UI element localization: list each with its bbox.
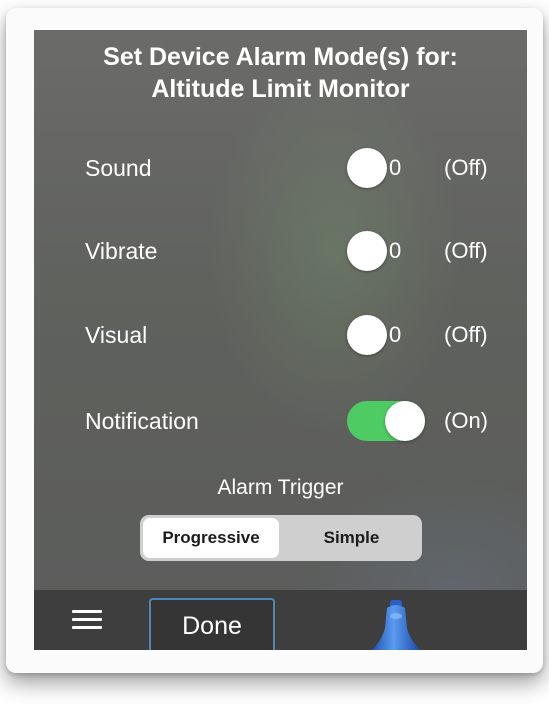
mode-label-sound: Sound	[85, 155, 152, 181]
mode-label-vibrate: Vibrate	[85, 238, 158, 264]
mode-label-visual: Visual	[85, 322, 148, 348]
mode-state-vibrate: (Off)	[444, 238, 488, 263]
toggle-knob	[347, 231, 387, 271]
page-title-line1: Set Device Alarm Mode(s) for:	[103, 43, 458, 71]
toggle-knob	[347, 148, 387, 188]
bottom-toolbar: Done	[34, 590, 527, 650]
mode-row-vibrate: Vibrate 0 (Off)	[34, 231, 527, 271]
visual-toggle[interactable]: 0	[347, 315, 425, 355]
toggle-off-indicator: 0	[389, 322, 402, 347]
alarm-mode-screen: Set Device Alarm Mode(s) for: Altitude L…	[34, 30, 527, 650]
mode-row-notification: Notification (On)	[34, 401, 527, 441]
toggle-off-indicator: 0	[389, 238, 402, 263]
mode-state-visual: (Off)	[444, 322, 488, 347]
sound-toggle[interactable]: 0	[347, 148, 425, 188]
toggle-off-indicator: 0	[389, 155, 402, 180]
alarm-trigger-segmented-control: Progressive Simple	[140, 515, 422, 561]
toggle-knob	[385, 401, 425, 441]
mode-state-sound: (Off)	[444, 155, 488, 180]
segment-progressive[interactable]: Progressive	[143, 518, 279, 558]
done-button[interactable]: Done	[149, 598, 275, 650]
hamburger-menu-icon[interactable]	[72, 610, 102, 630]
mode-label-notification: Notification	[85, 408, 199, 434]
segment-simple[interactable]: Simple	[281, 515, 422, 561]
page-title-line2: Altitude Limit Monitor	[151, 75, 410, 103]
mode-row-sound: Sound 0 (Off)	[34, 148, 527, 188]
alarm-trigger-label: Alarm Trigger	[217, 476, 344, 499]
toggle-knob	[347, 315, 387, 355]
mode-state-notification: (On)	[444, 408, 488, 433]
mode-row-visual: Visual 0 (Off)	[34, 315, 527, 355]
alarm-bell-icon	[372, 600, 420, 650]
notification-toggle[interactable]	[347, 401, 425, 441]
vibrate-toggle[interactable]: 0	[347, 231, 425, 271]
